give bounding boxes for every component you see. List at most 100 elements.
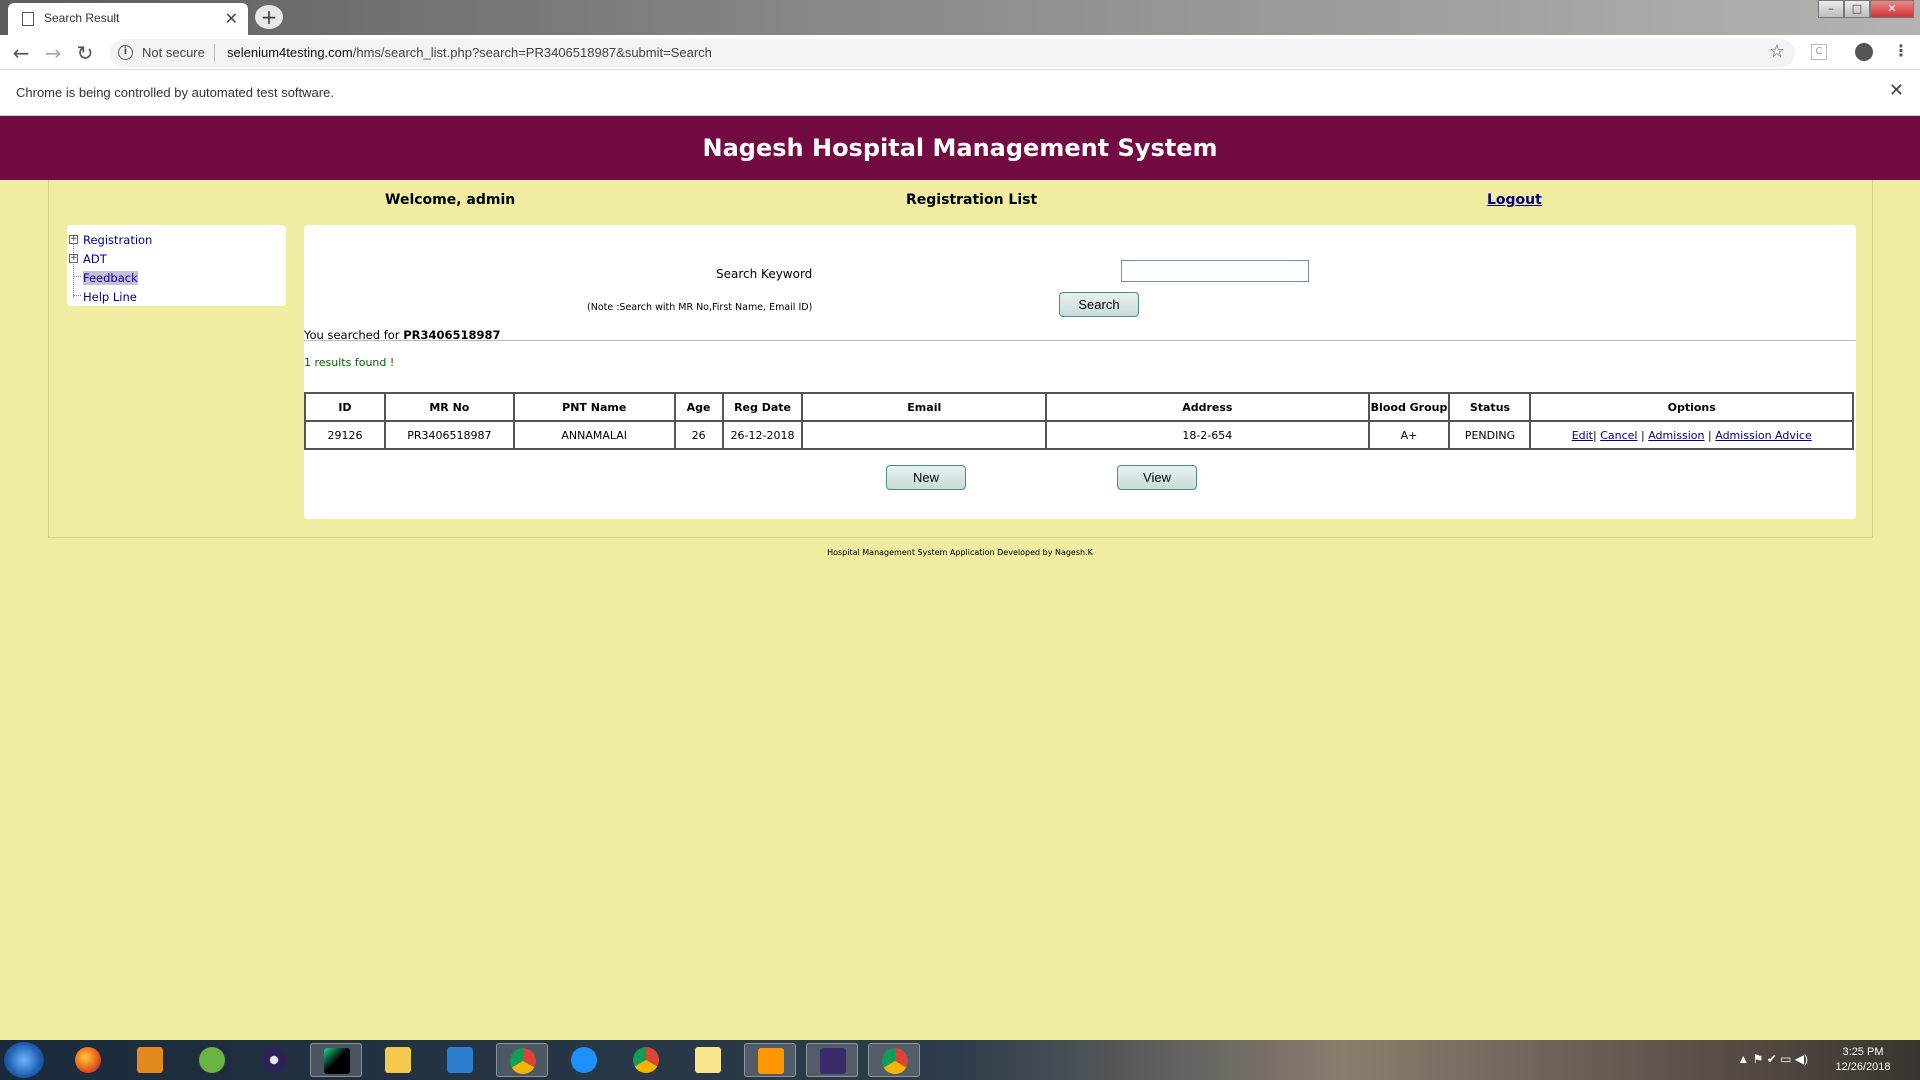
site-title: Nagesh Hospital Management System: [702, 134, 1218, 162]
url-path: /hms/search_list.php?search=PR3406518987…: [352, 45, 712, 60]
eclipse-icon[interactable]: [248, 1043, 300, 1077]
cell-reg-date: 26-12-2018: [721, 420, 804, 450]
chrome-icon[interactable]: [620, 1043, 672, 1077]
cell-options: Edit| Cancel | Admission | Admission Adv…: [1529, 420, 1854, 450]
site-header: Nagesh Hospital Management System: [0, 116, 1920, 180]
more-menu-icon[interactable]: ⋮: [1893, 41, 1909, 60]
extension-icon[interactable]: C: [1811, 44, 1827, 60]
results-table: ID MR No PNT Name Age Reg Date Email Add…: [304, 392, 1854, 450]
internet-explorer-icon[interactable]: [558, 1043, 610, 1077]
footer-text: Hospital Management System Application D…: [827, 548, 1093, 557]
tree-branch: [73, 276, 81, 277]
sublime-text-icon[interactable]: [744, 1043, 796, 1077]
media-player-icon[interactable]: [124, 1043, 176, 1077]
maximize-button[interactable]: □: [1844, 0, 1870, 18]
back-arrow-icon[interactable]: ←: [8, 40, 34, 66]
edit-link[interactable]: Edit: [1572, 429, 1593, 442]
android-studio-icon[interactable]: [186, 1043, 238, 1077]
admission-advice-link[interactable]: Admission Advice: [1715, 429, 1812, 442]
options-separator: |: [1640, 428, 1645, 442]
address-separator: [214, 44, 215, 62]
options-separator: |: [1708, 428, 1712, 442]
new-tab-button[interactable]: +: [255, 5, 283, 29]
address-bar[interactable]: i Not secure selenium4testing.com/hms/se…: [110, 39, 1795, 67]
cell-id: 29126: [304, 420, 386, 450]
cell-address: 18-2-654: [1045, 420, 1370, 450]
column-header-address: Address: [1045, 392, 1370, 422]
not-secure-label: Not secure: [142, 45, 205, 60]
reload-icon[interactable]: ↻: [72, 40, 98, 66]
content-panel: [304, 225, 1856, 519]
new-button[interactable]: New: [886, 465, 966, 490]
chrome-icon[interactable]: [868, 1043, 920, 1077]
cell-age: 26: [673, 420, 724, 450]
profile-avatar-icon[interactable]: [1855, 43, 1873, 61]
table-header-row: ID MR No PNT Name Age Reg Date Email Add…: [304, 392, 1854, 422]
browser-tab[interactable]: Search Result ✕: [8, 3, 248, 35]
url-domain: selenium4testing.com: [227, 45, 353, 60]
search-button[interactable]: Search: [1059, 292, 1139, 317]
column-header-status: Status: [1448, 392, 1532, 422]
admission-link[interactable]: Admission: [1648, 429, 1704, 442]
info-icon[interactable]: i: [118, 45, 133, 60]
file-explorer-icon[interactable]: [372, 1043, 424, 1077]
expand-plus-icon[interactable]: +: [69, 235, 78, 244]
automation-infobar: Chrome is being controlled by automated …: [0, 70, 1920, 116]
column-header-reg-date: Reg Date: [721, 392, 804, 422]
url-text[interactable]: selenium4testing.com/hms/search_list.php…: [227, 45, 712, 60]
sidebar-item-label[interactable]: Registration: [83, 233, 152, 247]
tab-title: Search Result: [44, 11, 120, 25]
table-row: 29126 PR3406518987 ANNAMALAI 26 26-12-20…: [304, 420, 1854, 450]
cancel-link[interactable]: Cancel: [1600, 429, 1637, 442]
column-header-options: Options: [1529, 392, 1854, 422]
bookmark-star-icon[interactable]: ☆: [1769, 41, 1785, 62]
search-keyword-label: Search Keyword: [716, 267, 813, 281]
forward-arrow-icon[interactable]: →: [40, 40, 66, 66]
minimize-button[interactable]: –: [1818, 0, 1844, 18]
welcome-text: Welcome, admin: [385, 192, 516, 208]
tree-connector: [73, 239, 74, 297]
infobar-message: Chrome is being controlled by automated …: [16, 85, 334, 100]
options-separator: |: [1593, 428, 1597, 442]
tray-icons[interactable]: ▲ ⚑ ✔ ▭ ◀): [1737, 1052, 1808, 1066]
clock-date: 12/26/2018: [1835, 1061, 1891, 1073]
windows-taskbar: ▲ ⚑ ✔ ▭ ◀) 3:25 PM 12/26/2018: [0, 1040, 1920, 1080]
browser-tab-bar: Search Result ✕ + – □ ✕: [0, 0, 1920, 35]
cell-status: PENDING: [1448, 420, 1532, 450]
column-header-email: Email: [801, 392, 1048, 422]
logout-link[interactable]: Logout: [1487, 192, 1542, 208]
column-header-age: Age: [673, 392, 724, 422]
sidebar-item-label[interactable]: Feedback: [83, 271, 138, 285]
sticky-notes-icon[interactable]: [682, 1043, 734, 1077]
chrome-icon[interactable]: [496, 1043, 548, 1077]
cell-blood-group: A+: [1367, 420, 1451, 450]
clock[interactable]: 3:25 PM 12/26/2018: [1818, 1045, 1908, 1075]
cell-email: [801, 420, 1048, 450]
infobar-close-icon[interactable]: ✕: [1889, 80, 1904, 101]
sidebar-menu: + Registration + ADT Feedback Help Line: [67, 225, 286, 306]
window-close-button[interactable]: ✕: [1870, 0, 1914, 18]
visual-studio-code-icon[interactable]: [434, 1043, 486, 1077]
pycharm-icon[interactable]: [310, 1043, 362, 1077]
cell-pnt-name: ANNAMALAI: [512, 420, 676, 450]
search-keyword-input[interactable]: [1121, 260, 1309, 282]
expand-plus-icon[interactable]: +: [69, 254, 78, 263]
page-icon: [22, 12, 34, 26]
cell-mr-no: PR3406518987: [383, 420, 515, 450]
window-controls: – □ ✕: [1818, 0, 1914, 18]
browser-toolbar: ← → ↻ i Not secure selenium4testing.com/…: [0, 35, 1920, 70]
column-header-id: ID: [304, 392, 386, 422]
view-button[interactable]: View: [1117, 465, 1197, 490]
column-header-pnt-name: PNT Name: [512, 392, 676, 422]
tab-close-icon[interactable]: ✕: [225, 9, 238, 28]
windows-start-icon[interactable]: [4, 1042, 44, 1078]
search-note: (Note :Search with MR No,First Name, Ema…: [587, 302, 813, 313]
eclipse-java-ee-icon[interactable]: [806, 1043, 858, 1077]
tree-branch: [73, 295, 81, 296]
sidebar-item-label[interactable]: Help Line: [83, 290, 137, 304]
clock-time: 3:25 PM: [1842, 1046, 1884, 1058]
divider: [304, 340, 1856, 341]
sidebar-item-label[interactable]: ADT: [83, 252, 107, 266]
firefox-icon[interactable]: [62, 1043, 114, 1077]
results-count: 1 results found !: [304, 356, 395, 369]
